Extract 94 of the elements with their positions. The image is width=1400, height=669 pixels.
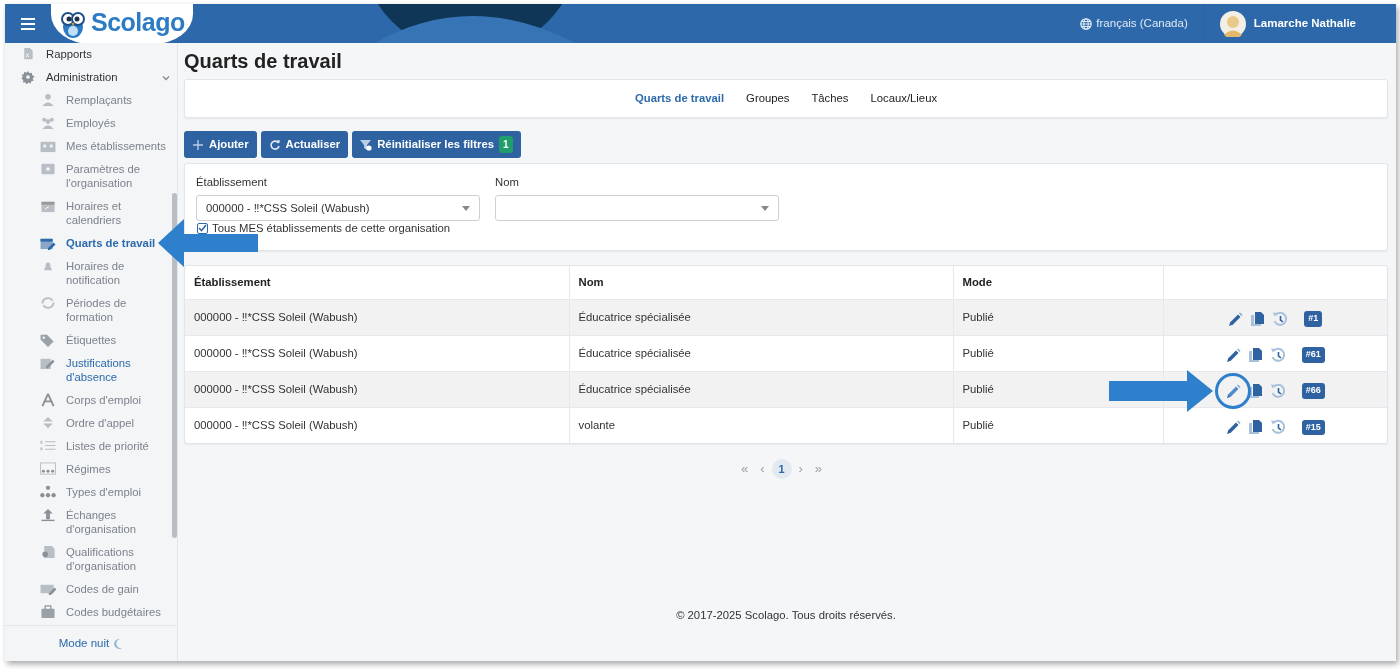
scrollbar-thumb[interactable]	[172, 193, 177, 538]
establishment-select[interactable]: 000000 - ‼*CSS Soleil (Wabush)	[196, 195, 480, 221]
list-icon	[39, 439, 57, 453]
sidebar-item[interactable]: Ordre d'appel	[5, 412, 135, 435]
people-icon	[39, 116, 57, 130]
plus-icon	[192, 138, 204, 151]
brand-name: Scolago	[91, 6, 185, 38]
page-title: Quarts de travail	[184, 49, 343, 73]
sidebar-item[interactable]: Codes de gain	[5, 578, 139, 601]
upload-icon	[39, 508, 57, 522]
language-selector[interactable]: français (Canada)	[1080, 14, 1188, 33]
hierarchy-icon	[39, 485, 57, 499]
dropdown-caret-icon	[761, 205, 769, 211]
checkbox-label: Tous MES établissements de cette organisation	[212, 222, 450, 234]
sidebar-item[interactable]: Justifications d'absence	[5, 352, 170, 389]
calendar-icon	[39, 199, 57, 213]
count-badge: 1	[499, 136, 513, 153]
field-label: Nom	[495, 175, 520, 189]
moon-icon	[113, 638, 124, 649]
sidebar-item[interactable]: Régimes	[5, 458, 111, 481]
edit-icon[interactable]	[1225, 419, 1241, 435]
sidebar-item[interactable]: Étiquettes	[5, 329, 117, 352]
document-icon	[39, 545, 57, 559]
cycle-icon	[39, 296, 57, 310]
user-name[interactable]: Lamarche Nathalie	[1253, 14, 1356, 33]
table-cell: Éducatrice spécialisée	[569, 371, 953, 407]
copy-icon[interactable]	[1247, 347, 1263, 363]
tab[interactable]: Groupes	[735, 90, 801, 107]
table-cell: Publié	[953, 299, 1163, 335]
sidebar-item[interactable]: Horaires et calendriers	[5, 195, 170, 232]
building-icon	[39, 139, 57, 153]
checkbox[interactable]	[197, 222, 208, 234]
sidebar-item[interactable]: Paramètres de l'organisation	[5, 158, 170, 195]
sidebar-item[interactable]: Remplaçants	[5, 89, 132, 112]
table-cell: 000000 - ‼*CSS Soleil (Wabush)	[185, 407, 569, 443]
table-cell: Publié	[953, 407, 1163, 443]
sidebar-item[interactable]: Quarts de travail	[5, 232, 156, 255]
previous-page-button[interactable]: ‹	[755, 459, 770, 479]
sidebar-item[interactable]: Horaires de notification	[5, 255, 170, 292]
sidebar-item[interactable]: Rapports	[5, 43, 177, 66]
history-icon[interactable]	[1269, 347, 1287, 363]
history-icon[interactable]	[1269, 383, 1287, 399]
last-page-button[interactable]: »	[809, 459, 828, 479]
calendar-edit-icon	[39, 236, 57, 250]
table-cell: 000000 - ‼*CSS Soleil (Wabush)	[185, 371, 569, 407]
sidebar-item[interactable]: Codes budgétaires	[5, 601, 161, 624]
rows-icon	[39, 462, 57, 476]
first-page-button[interactable]: «	[735, 459, 754, 479]
add-button[interactable]: Ajouter	[184, 131, 257, 158]
avatar-icon	[1219, 10, 1246, 37]
reset-filters-button[interactable]: Réinitialiser les filtres 1	[352, 131, 521, 158]
copy-icon[interactable]	[1247, 383, 1263, 399]
id-badge: #66	[1301, 383, 1325, 399]
night-mode-toggle[interactable]: Mode nuit	[57, 633, 125, 654]
sidebar-item[interactable]: Périodes de formation	[5, 292, 170, 329]
gear-icon	[19, 70, 37, 84]
sidebar-item[interactable]: Corps d'emploi	[5, 389, 141, 412]
sidebar-item[interactable]: Échanges d'organisation	[5, 504, 170, 541]
tab[interactable]: Quarts de travail	[623, 90, 736, 107]
sidebar-item[interactable]: Listes de priorité	[5, 435, 149, 458]
history-icon[interactable]	[1272, 311, 1290, 327]
field-label: Établissement	[196, 175, 268, 189]
sidebar-item[interactable]: Types d'emploi	[5, 481, 141, 504]
copy-icon[interactable]	[1247, 419, 1263, 436]
globe-icon	[1080, 17, 1093, 30]
table-cell: volante	[569, 407, 953, 443]
tab[interactable]: Tâches	[800, 90, 860, 107]
id-badge: #1	[1304, 311, 1323, 327]
briefcase-icon	[39, 605, 57, 619]
history-icon[interactable]	[1269, 419, 1287, 436]
card-edit-icon	[39, 582, 57, 596]
table-cell: 000000 - ‼*CSS Soleil (Wabush)	[185, 299, 569, 335]
id-badge: #15	[1301, 419, 1325, 435]
copy-icon[interactable]	[1250, 311, 1266, 327]
page-button[interactable]: 1	[771, 459, 792, 479]
edit-icon[interactable]	[1225, 383, 1241, 399]
edit-icon[interactable]	[1228, 311, 1244, 327]
callout-circle	[1214, 372, 1253, 410]
edit-icon[interactable]	[1225, 347, 1241, 363]
next-page-button[interactable]: ›	[793, 459, 808, 479]
sidebar-item[interactable]: Employés	[5, 112, 116, 135]
refresh-icon	[268, 138, 281, 151]
note-edit-icon	[39, 356, 57, 370]
tab[interactable]: Locaux/Lieux	[859, 90, 949, 107]
sidebar-item[interactable]: Administration	[5, 66, 177, 89]
table-cell: Éducatrice spécialisée	[569, 299, 953, 335]
dropdown-caret-icon	[462, 205, 470, 211]
refresh-button[interactable]: Actualiser	[260, 131, 349, 158]
id-badge: #61	[1301, 347, 1325, 363]
copyright-text: © 2017-2025 Scolago. Tous droits réservés.	[675, 608, 897, 624]
filter-reset-icon	[360, 138, 373, 151]
menu-icon	[21, 17, 35, 30]
sidebar-item[interactable]: Mes établissements	[5, 135, 166, 158]
sidebar-item[interactable]: Qualifications d'organisation	[5, 541, 170, 578]
